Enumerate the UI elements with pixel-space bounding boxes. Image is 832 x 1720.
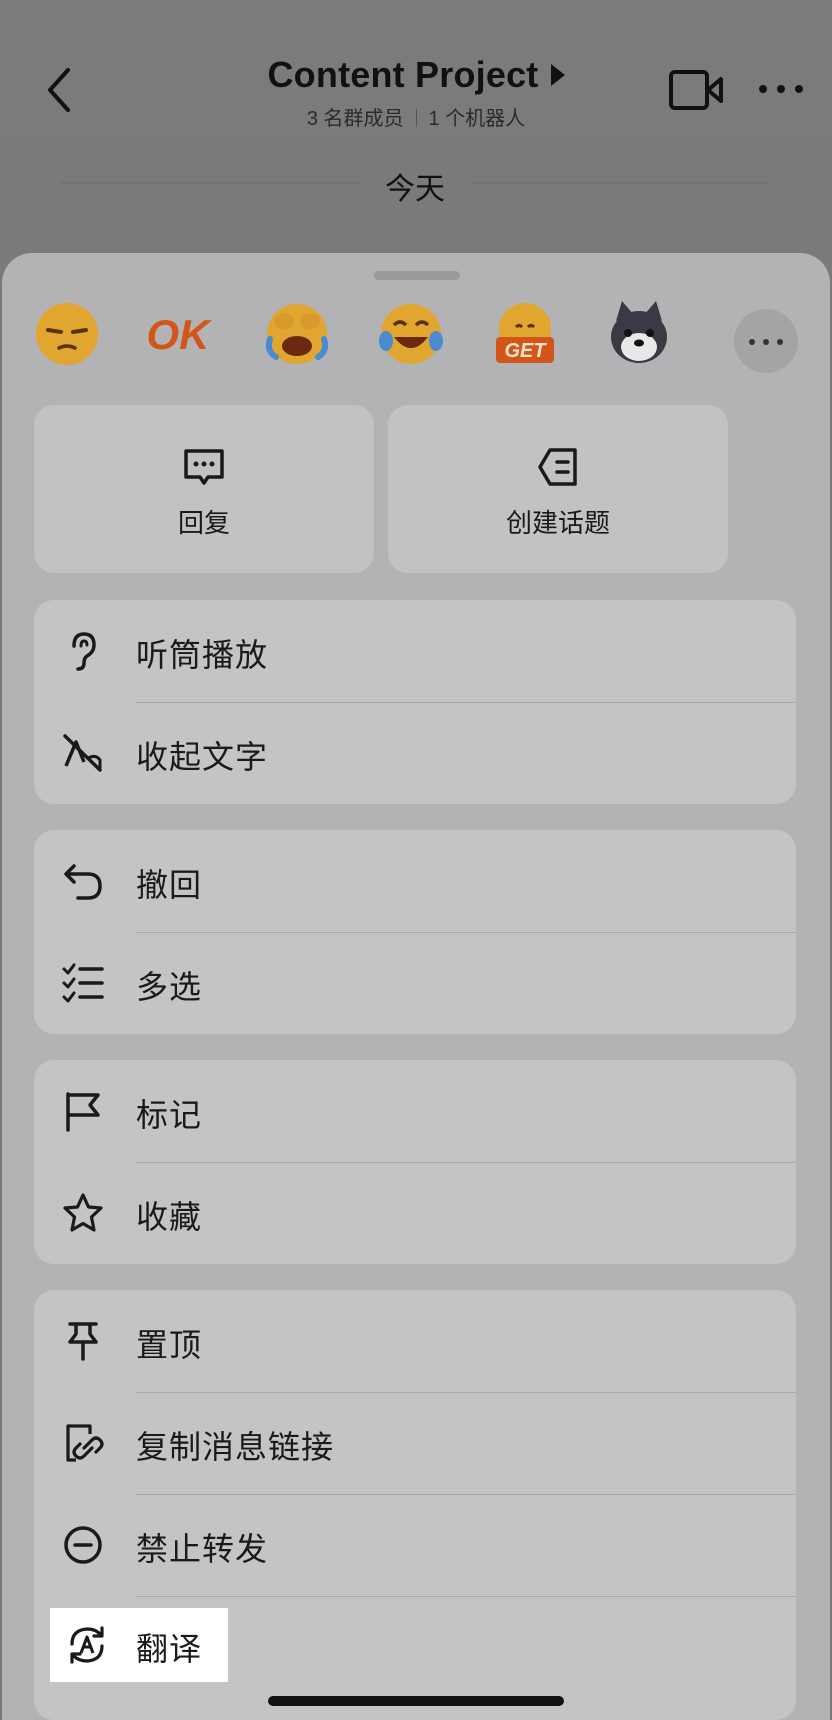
divider-line [60,182,360,184]
menu-item-translate[interactable]: 翻译 [50,1608,228,1682]
member-count: 3 名群成员 [306,108,404,130]
bot-count: 1 个机器人 [428,108,526,130]
undo-icon [62,860,104,902]
date-divider: 今天 [0,138,832,254]
create-topic-label: 创建话题 [505,508,610,538]
create-topic-button[interactable]: 创建话题 [388,405,728,573]
more-reactions-button[interactable] [734,309,798,373]
reply-button[interactable]: 回复 [34,405,374,573]
translate-icon [66,1624,108,1666]
menu-item-label: 收藏 [136,1199,203,1235]
flag-icon [62,1090,104,1132]
chevron-right-icon [550,64,565,86]
get-sticker[interactable]: GET [490,299,560,369]
date-label: 今天 [385,173,445,206]
more-dots-icon [777,339,783,345]
menu-item-label: 听筒播放 [136,637,269,673]
menu-item-recall[interactable]: 撤回 [34,830,796,932]
dog-sticker[interactable] [604,299,674,369]
more-dots-icon [763,339,769,345]
menu-group-edit: 撤回 多选 [34,830,796,1034]
menu-item-label: 置顶 [136,1327,203,1363]
unamused-face-emoji[interactable] [32,299,102,369]
menu-item-label: 复制消息链接 [136,1429,335,1465]
chat-subtitle: 3 名群成员 1 个机器人 [180,102,652,131]
divider [415,109,417,127]
star-icon [62,1192,104,1234]
create-topic-icon [536,445,580,489]
menu-item-mark[interactable]: 标记 [34,1060,796,1162]
menu-item-copy-link[interactable]: 复制消息链接 [34,1392,796,1494]
sheet-grabber[interactable] [374,271,460,280]
back-icon[interactable] [40,62,80,118]
menu-group-save: 标记 收藏 [34,1060,796,1264]
menu-item-pin[interactable]: 置顶 [34,1290,796,1392]
chat-title: Content Project [267,54,539,95]
screen: Content Project 3 名群成员 1 个机器人 今天 OK GET … [0,0,832,1720]
crying-laughing-emoji[interactable] [262,299,332,369]
home-indicator[interactable] [268,1696,564,1706]
pin-icon [62,1320,104,1362]
menu-item-label: 撤回 [136,867,203,903]
ok-sticker[interactable]: OK [138,299,218,369]
menu-item-label: 翻译 [136,1631,203,1667]
chat-title-block[interactable]: Content Project 3 名群成员 1 个机器人 [180,54,652,131]
copy-link-icon [62,1422,104,1464]
reaction-row: OK GET [2,299,830,389]
forbid-forward-icon [62,1524,104,1566]
reply-bubble-icon [182,445,226,489]
hide-text-icon [62,732,104,774]
svg-text:OK: OK [147,311,213,358]
more-options-icon[interactable] [758,78,804,100]
menu-item-earpiece-playback[interactable]: 听筒播放 [34,600,796,702]
svg-text:GET: GET [504,340,547,362]
menu-item-label: 标记 [136,1097,203,1133]
menu-item-label: 多选 [136,969,203,1005]
reply-label: 回复 [177,508,230,538]
menu-item-label: 禁止转发 [136,1531,269,1567]
menu-item-favorite[interactable]: 收藏 [34,1162,796,1264]
divider-line [470,182,770,184]
video-call-icon[interactable] [668,68,724,112]
chat-header: Content Project 3 名群成员 1 个机器人 [0,0,832,139]
menu-item-collapse-text[interactable]: 收起文字 [34,702,796,804]
ear-icon [62,630,104,672]
multi-select-icon [62,962,104,1004]
menu-item-forbid-forward[interactable]: 禁止转发 [34,1494,796,1596]
tears-of-joy-emoji[interactable] [376,299,446,369]
menu-item-multi-select[interactable]: 多选 [34,932,796,1034]
menu-group-playback: 听筒播放 收起文字 [34,600,796,804]
menu-item-label: 收起文字 [136,739,269,775]
more-dots-icon [749,339,755,345]
